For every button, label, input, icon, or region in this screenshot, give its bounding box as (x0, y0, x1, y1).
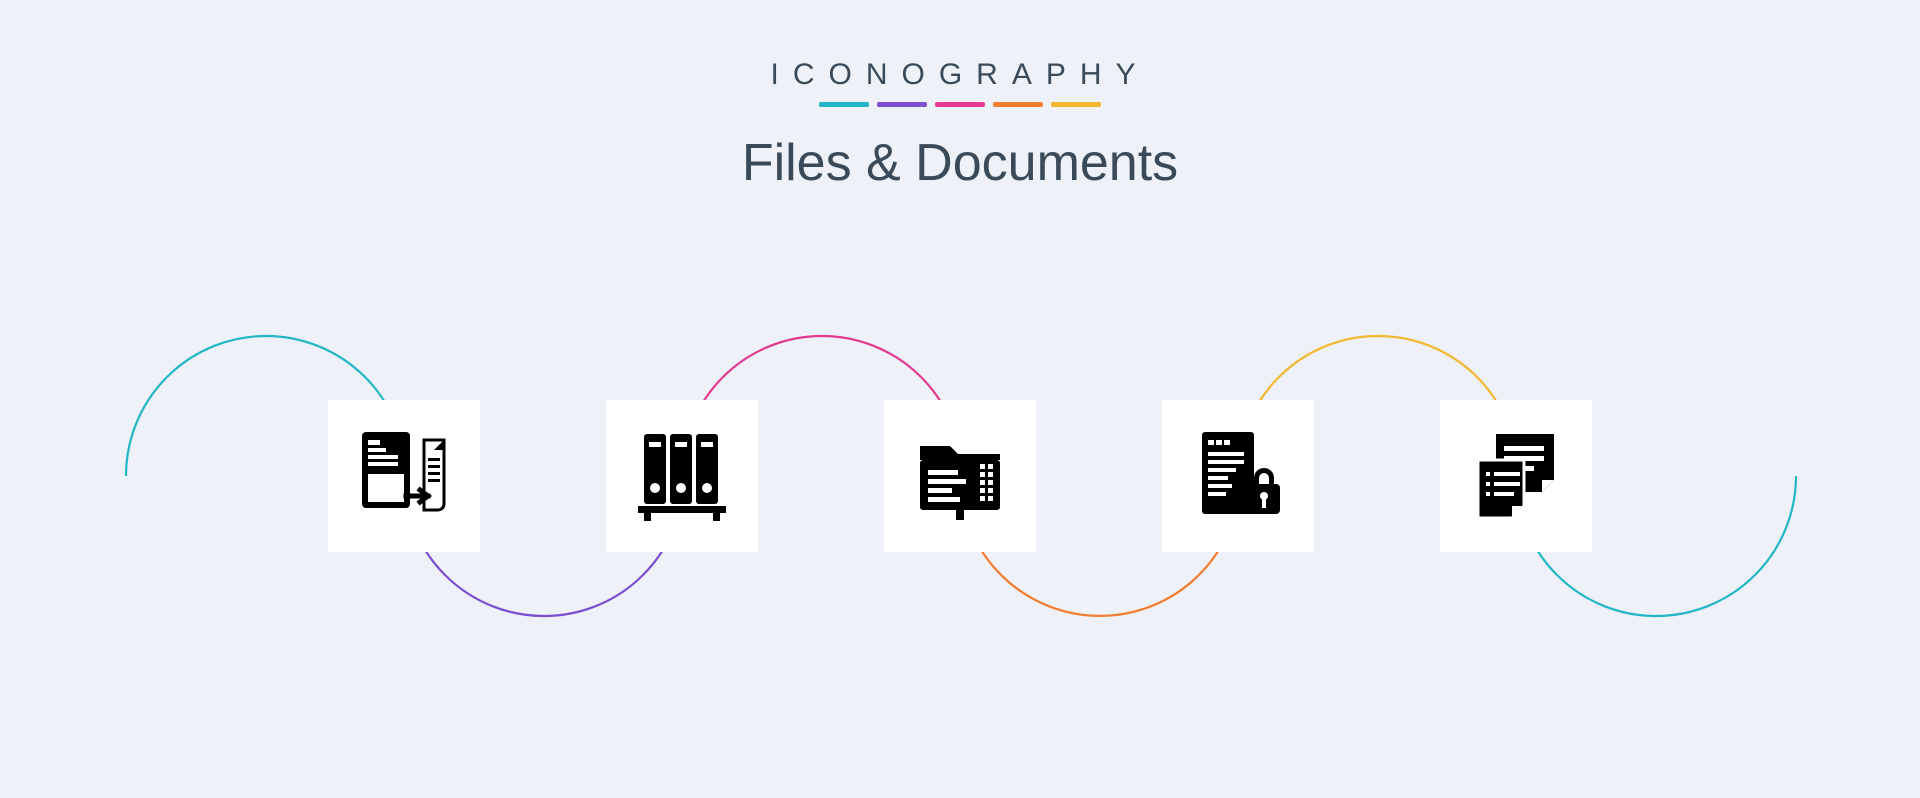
sticky-notes-icon (1466, 426, 1566, 526)
icon-card (1440, 400, 1592, 552)
brand-underlines (0, 102, 1920, 107)
icon-row (0, 400, 1920, 552)
underline-purple (877, 102, 927, 107)
underline-teal (819, 102, 869, 107)
icon-card (1162, 400, 1314, 552)
underline-magenta (935, 102, 985, 107)
header: ICONOGRAPHY Files & Documents (0, 0, 1920, 193)
page-title: Files & Documents (0, 133, 1920, 193)
document-lock-icon (1188, 426, 1288, 526)
underline-amber (1051, 102, 1101, 107)
icon-card (884, 400, 1036, 552)
icon-card (606, 400, 758, 552)
binders-shelf-icon (632, 426, 732, 526)
underline-orange (993, 102, 1043, 107)
brand-label: ICONOGRAPHY (0, 58, 1920, 92)
folder-document-icon (910, 426, 1010, 526)
document-export-icon (354, 426, 454, 526)
icon-card (328, 400, 480, 552)
